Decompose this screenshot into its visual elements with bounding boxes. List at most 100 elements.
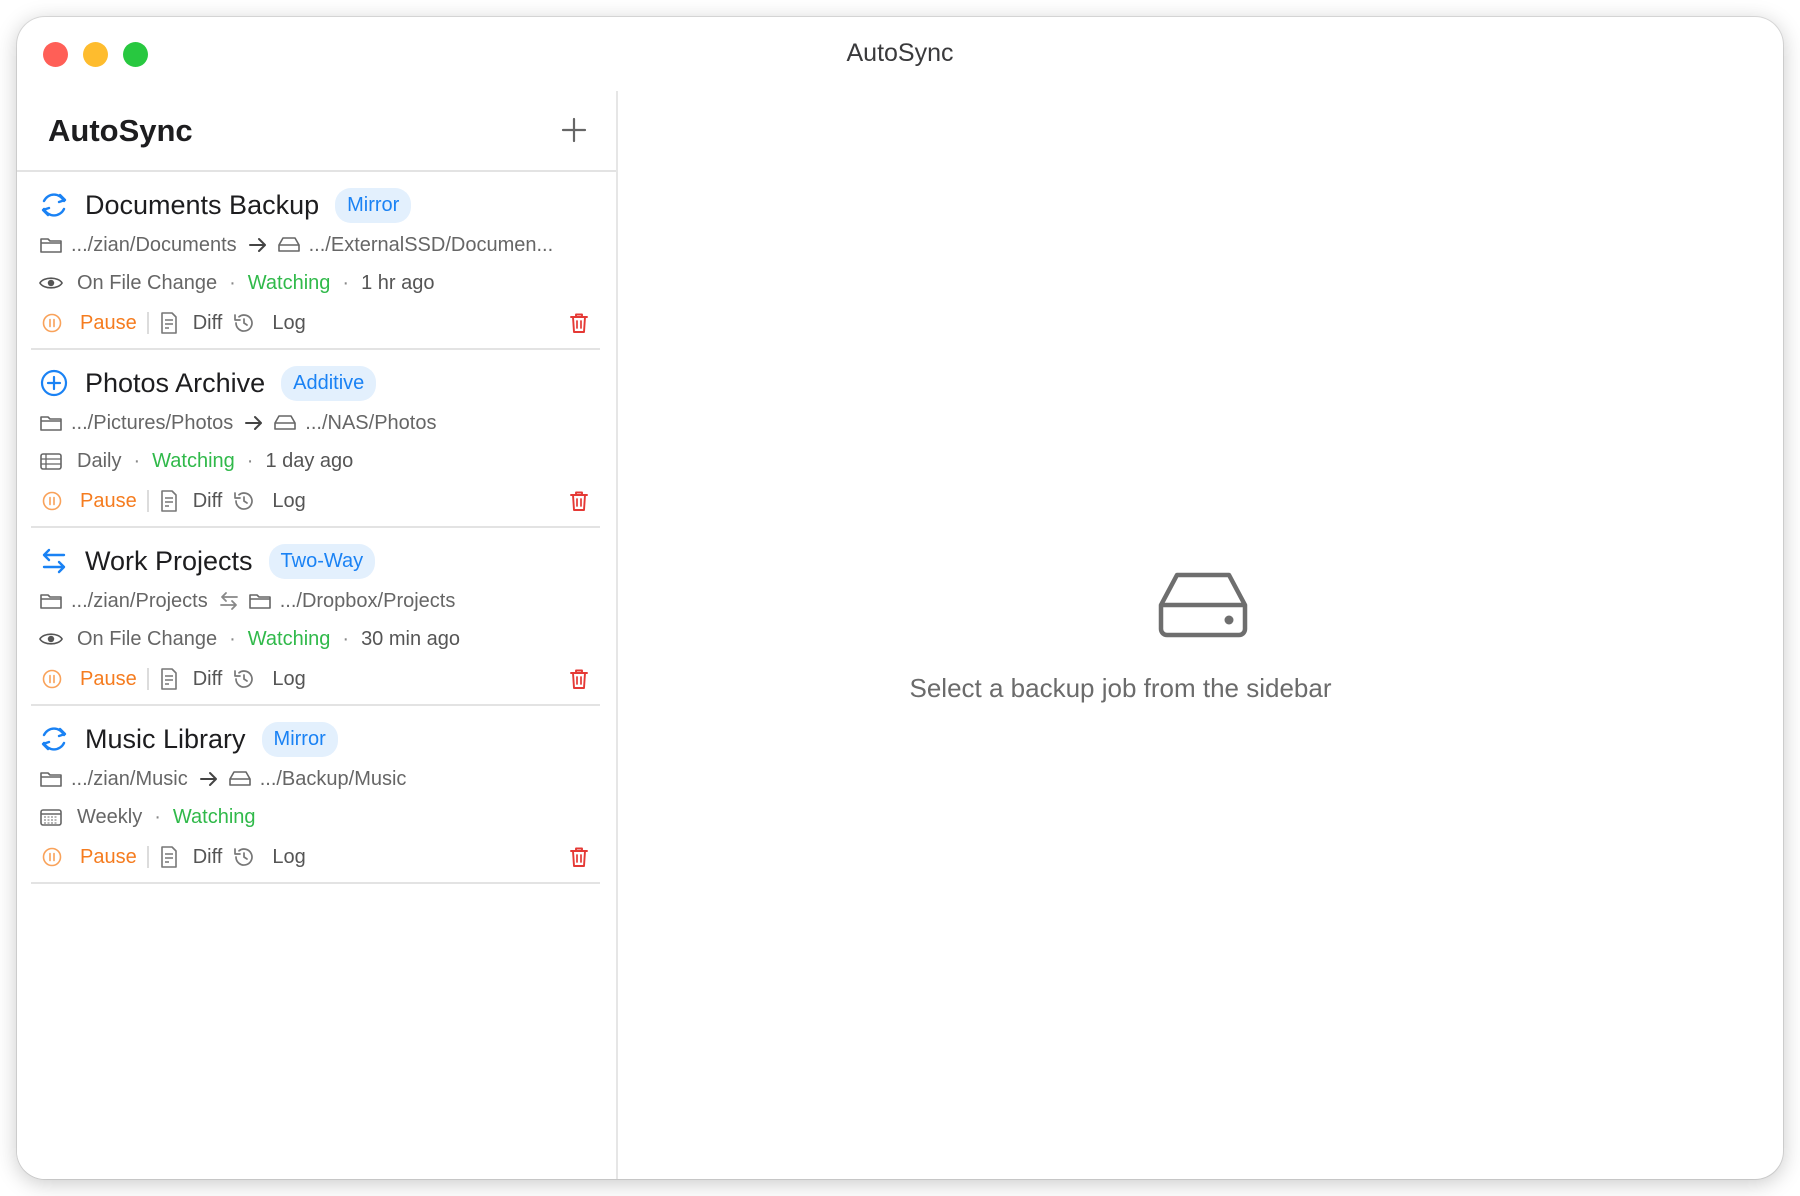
job-mode-badge: Mirror — [335, 187, 412, 223]
sidebar: AutoSync Documents Backup Mirror .../zian/… — [17, 91, 618, 1179]
job-list: Documents Backup Mirror .../zian/Documents… — [17, 172, 616, 884]
job-last-run: 30 min ago — [361, 627, 461, 650]
job-name: Work Projects — [85, 545, 253, 576]
trash-icon[interactable] — [566, 310, 592, 336]
eye-icon — [39, 628, 63, 650]
separator-dot: · — [229, 627, 236, 650]
separator-dot: · — [246, 449, 254, 472]
clock-history-icon — [232, 312, 256, 334]
job-source-path: .../zian/Music — [71, 767, 188, 790]
diff-button[interactable]: Diff — [193, 846, 223, 869]
empty-state-message: Select a backup job from the sidebar — [909, 673, 1332, 703]
trash-icon[interactable] — [566, 488, 592, 514]
two-way-arrows-icon — [218, 590, 240, 612]
job-status: Watching — [247, 271, 331, 294]
job-mode-badge: Two-Way — [268, 543, 376, 579]
job-dest-path: .../ExternalSSD/Documen... — [308, 233, 554, 256]
pause-button[interactable]: Pause — [80, 490, 137, 513]
job-item[interactable]: Work Projects Two-Way .../zian/Projects...… — [31, 528, 600, 706]
separator-dot: · — [342, 627, 350, 650]
calendar-list-icon — [39, 450, 63, 472]
sidebar-header: AutoSync — [17, 91, 616, 172]
arrow-right-icon — [243, 414, 265, 432]
divider — [146, 312, 149, 334]
diff-button[interactable]: Diff — [193, 312, 223, 335]
log-button[interactable]: Log — [272, 312, 305, 335]
sync-icon — [37, 722, 71, 756]
app-window: AutoSync AutoSync Documents Backup Mirror… — [17, 17, 1783, 1179]
diff-button[interactable]: Diff — [193, 490, 223, 513]
job-mode-badge: Additive — [281, 365, 377, 401]
detail-pane: Select a backup job from the sidebar — [620, 91, 1783, 1179]
drive-icon — [228, 768, 252, 790]
sidebar-title: AutoSync — [48, 113, 193, 148]
job-mode-badge: Mirror — [261, 721, 338, 757]
clock-history-icon — [232, 668, 256, 690]
job-dest-path: .../Backup/Music — [259, 767, 407, 790]
log-button[interactable]: Log — [272, 846, 305, 869]
folder-icon — [39, 234, 63, 256]
divider — [146, 490, 149, 512]
folder-icon — [39, 412, 63, 434]
job-trigger: On File Change — [77, 271, 218, 294]
title-bar: AutoSync — [17, 17, 1783, 91]
job-status: Watching — [172, 805, 256, 828]
pause-button[interactable]: Pause — [80, 668, 137, 691]
job-source-path: .../zian/Documents — [71, 233, 237, 256]
job-trigger: On File Change — [77, 627, 218, 650]
pause-button[interactable]: Pause — [80, 846, 137, 869]
diff-doc-icon — [157, 312, 181, 334]
trash-icon[interactable] — [566, 844, 592, 870]
diff-doc-icon — [157, 668, 181, 690]
job-name: Music Library — [85, 723, 246, 754]
pause-circle-icon — [40, 668, 64, 690]
drive-icon — [277, 234, 301, 256]
separator-dot: · — [229, 271, 236, 294]
arrow-right-icon — [247, 236, 269, 254]
job-dest-path: .../NAS/Photos — [305, 411, 437, 434]
job-dest-path: .../Dropbox/Projects — [279, 589, 456, 612]
diff-doc-icon — [157, 490, 181, 512]
job-item[interactable]: Photos Archive Additive .../Pictures/Photo… — [31, 350, 600, 528]
pause-button[interactable]: Pause — [80, 312, 137, 335]
two-way-arrows-icon — [37, 544, 71, 578]
job-status: Watching — [152, 449, 235, 472]
folder-icon — [39, 590, 63, 612]
arrow-right-icon — [198, 770, 220, 788]
separator-dot: · — [154, 805, 161, 828]
job-source-path: .../Pictures/Photos — [71, 411, 234, 434]
plus-icon — [561, 117, 587, 143]
trash-icon[interactable] — [566, 666, 592, 692]
log-button[interactable]: Log — [272, 668, 305, 691]
drive-icon — [1158, 572, 1248, 638]
job-status: Watching — [247, 627, 331, 650]
job-last-run: 1 day ago — [265, 449, 354, 472]
folder-icon — [39, 768, 63, 790]
job-last-run: 1 hr ago — [361, 271, 435, 294]
job-source-path: .../zian/Projects — [71, 589, 208, 612]
clock-history-icon — [232, 846, 256, 868]
log-button[interactable]: Log — [272, 490, 305, 513]
sync-icon — [37, 188, 71, 222]
window-title: AutoSync — [846, 39, 954, 67]
job-item[interactable]: Documents Backup Mirror .../zian/Documents… — [31, 172, 600, 350]
job-name: Documents Backup — [85, 189, 320, 220]
diff-button[interactable]: Diff — [193, 668, 223, 691]
job-item[interactable]: Music Library Mirror .../zian/Music .../Bac… — [31, 706, 600, 884]
drive-icon — [273, 412, 297, 434]
folder-icon — [248, 590, 272, 612]
pause-circle-icon — [40, 490, 64, 512]
separator-dot: · — [133, 449, 141, 472]
plus-circle-icon — [37, 366, 71, 400]
job-trigger: Daily — [77, 449, 122, 472]
job-trigger: Weekly — [77, 805, 143, 828]
divider — [146, 846, 149, 868]
clock-history-icon — [232, 490, 256, 512]
pause-circle-icon — [40, 846, 64, 868]
eye-icon — [39, 272, 63, 294]
diff-doc-icon — [157, 846, 181, 868]
pause-circle-icon — [40, 312, 64, 334]
job-name: Photos Archive — [85, 367, 266, 398]
calendar-grid-icon — [39, 806, 63, 828]
add-job-button[interactable] — [557, 113, 591, 147]
